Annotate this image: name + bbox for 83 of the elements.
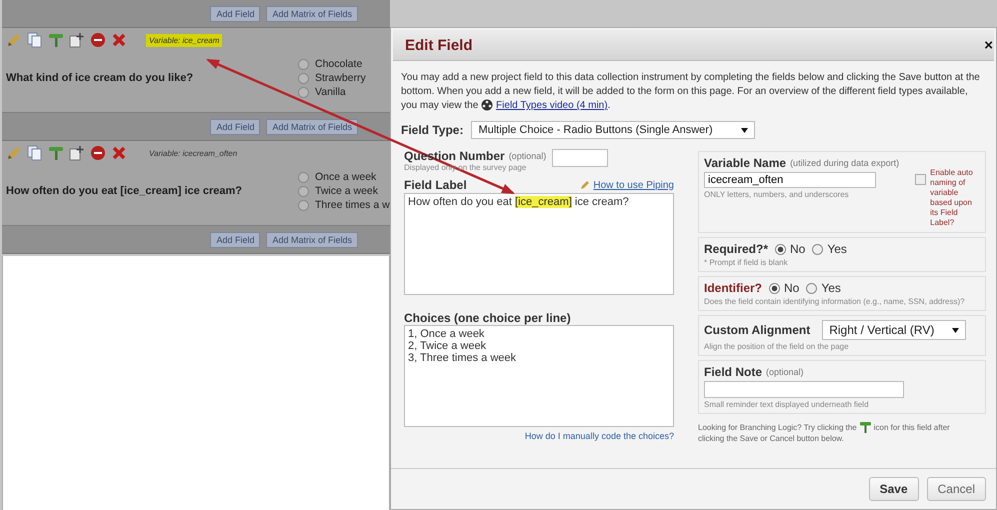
radio-button[interactable] — [298, 86, 309, 98]
radio-button[interactable] — [298, 58, 309, 70]
choices-input[interactable]: 1, Once a week 2, Twice a week 3, Three times a week — [404, 325, 674, 427]
option-label: Three times a w — [315, 199, 390, 211]
variable-name-input[interactable]: icecream_often — [704, 172, 876, 188]
variable-label: Variable: ice_cream — [146, 34, 222, 46]
branch-icon[interactable] — [48, 145, 64, 161]
export-hint: (utilized during data export) — [790, 158, 900, 168]
variable-name-label: Variable Name — [704, 156, 786, 170]
copy-icon[interactable] — [27, 32, 43, 48]
required-label: Required?* — [704, 242, 768, 256]
pencil-icon[interactable] — [6, 145, 22, 161]
auto-naming-checkbox[interactable] — [915, 174, 926, 185]
dropdown-caret-icon[interactable] — [741, 128, 748, 132]
field-note-text: * Prompt if field is blank — [704, 258, 789, 267]
radio-label: No — [790, 242, 806, 256]
add-button[interactable]: Add Field — [210, 118, 260, 134]
add-field-icon[interactable] — [69, 145, 85, 161]
field-note-label: Field Note — [704, 365, 762, 379]
branching-hint: clicking the Save or Cancel button below. — [698, 433, 844, 444]
alignment-select[interactable]: Right / Vertical (RV) — [822, 320, 966, 340]
radio-button[interactable] — [769, 282, 780, 294]
choices-help-link[interactable]: How do I manually code the choices? — [524, 431, 674, 441]
field-label-input[interactable]: How often do you eat [ice_cream] ice cream? — [404, 193, 674, 295]
choices-label: Choices (one choice per line) — [404, 311, 572, 325]
option-label: Vanilla — [315, 86, 346, 98]
optional-hint: (optional) — [508, 151, 546, 161]
pencil-icon[interactable] — [6, 32, 22, 48]
custom-alignment-label: Custom Alignment — [704, 323, 810, 337]
add-button[interactable]: Add Matrix of Fields — [266, 118, 358, 134]
dialog-title: Edit Field — [405, 36, 472, 54]
add-field-icon[interactable] — [69, 32, 85, 48]
radio-label: Yes — [827, 242, 847, 256]
delete-icon[interactable] — [111, 32, 127, 48]
dropdown-caret-icon[interactable] — [952, 328, 960, 332]
question-number-input[interactable] — [552, 149, 608, 167]
video-link[interactable]: Field Types video (4 min) — [496, 100, 608, 111]
field-note-text: Small reminder text displayed underneath field — [704, 400, 870, 409]
field-type-label: Field Type: — [401, 123, 464, 137]
pencil-icon[interactable] — [580, 180, 590, 190]
field-note-text: Does the field contain identifying information (e.g., name, SSN, address)? — [704, 297, 966, 306]
radio-button[interactable] — [806, 282, 818, 294]
field-note-text: ONLY letters, numbers, and underscores — [704, 190, 850, 199]
save-button[interactable]: Save — [868, 477, 919, 501]
question-text: What kind of ice cream do you like? — [6, 72, 194, 84]
variable-label: Variable: icecream_often — [148, 148, 238, 160]
field-type-select[interactable]: Multiple Choice - Radio Buttons (Single Answer) — [471, 121, 756, 139]
branch-icon[interactable] — [48, 32, 64, 48]
option-label: Twice a week — [315, 185, 378, 197]
question-text: How often do you eat [ice_cream] ice cream? — [6, 185, 242, 197]
add-button[interactable]: Add Matrix of Fields — [266, 232, 358, 248]
field-label-heading: Field Label — [404, 178, 468, 192]
optional-hint: (optional) — [766, 367, 804, 377]
field-note-input[interactable] — [704, 381, 904, 398]
intro-text: You may add a new project field to this data collection instrument by completing the fields below and clicking the Save button at the bottom. When you add a new field, it will be added to the form on this page. For an overview of the different field types available, you may view the Field Types video (4 min). — [401, 71, 981, 113]
cancel-button[interactable]: Cancel — [926, 477, 986, 501]
radio-button[interactable] — [298, 172, 309, 182]
delete-icon[interactable] — [111, 145, 127, 161]
radio-label: No — [784, 281, 800, 295]
branch-icon[interactable] — [860, 422, 871, 433]
option-label: Once a week — [315, 171, 376, 183]
close-button[interactable]: × — [983, 36, 994, 54]
radio-button[interactable] — [298, 186, 309, 196]
field-note-text: Align the position of the field on the page — [704, 342, 850, 351]
add-button[interactable]: Add Field — [210, 232, 260, 248]
radio-button[interactable] — [775, 244, 786, 254]
branching-hint: icon for this field after — [874, 422, 950, 433]
auto-naming-label: Enable auto naming of variable based upon its Field Label? — [930, 168, 974, 228]
copy-icon[interactable] — [27, 145, 43, 161]
option-label: Strawberry — [315, 72, 366, 84]
stop-icon[interactable] — [90, 32, 106, 48]
film-reel-icon[interactable] — [481, 99, 494, 112]
radio-button[interactable] — [298, 72, 309, 84]
radio-button[interactable] — [812, 244, 824, 254]
identifier-label: Identifier? — [704, 281, 762, 295]
radio-label: Yes — [821, 281, 841, 295]
radio-button[interactable] — [298, 200, 309, 210]
branching-hint: Looking for Branching Logic? Try clicking the — [698, 422, 857, 433]
add-button[interactable]: Add Field — [210, 6, 260, 22]
stop-icon[interactable] — [90, 145, 106, 161]
option-label: Chocolate — [315, 58, 362, 70]
add-button[interactable]: Add Matrix of Fields — [266, 6, 358, 22]
piping-link[interactable]: How to use Piping — [593, 180, 674, 190]
